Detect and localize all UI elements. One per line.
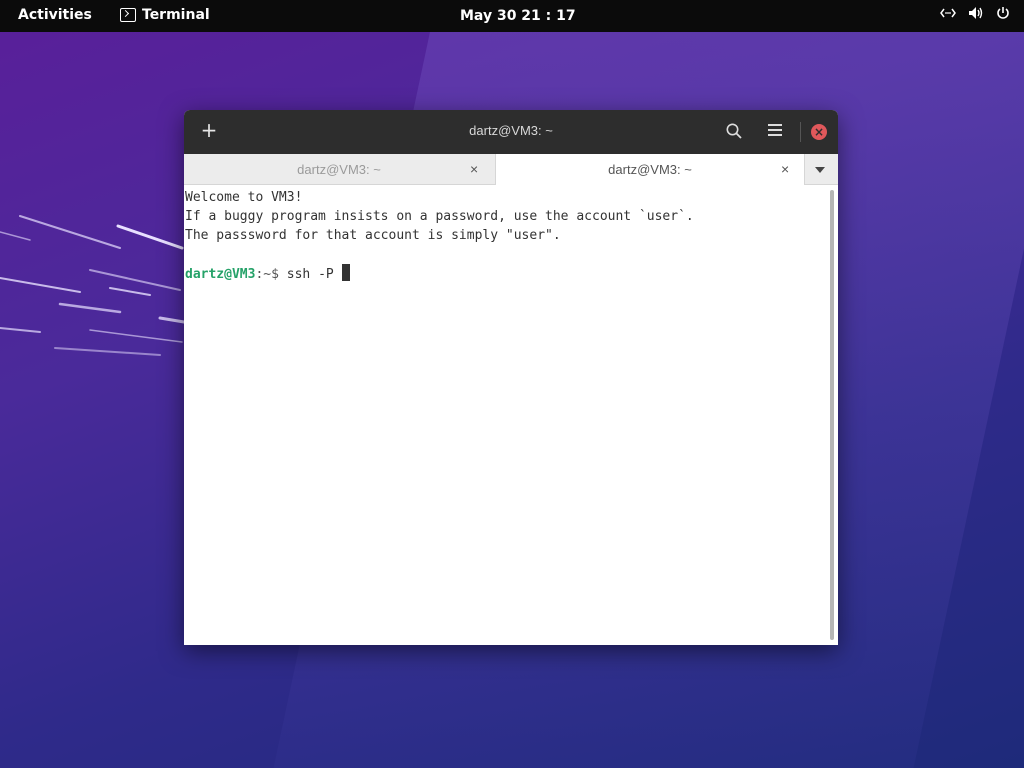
search-icon: [726, 123, 742, 139]
header-bar: + dartz@VM3: ~ ×: [184, 110, 838, 154]
power-icon: [996, 6, 1010, 24]
output-line: The passsword for that account is simply…: [185, 228, 561, 243]
text-cursor: [341, 264, 350, 281]
app-menu[interactable]: Terminal: [120, 7, 210, 23]
tab-label: dartz@VM3: ~: [608, 162, 692, 177]
volume-icon: [968, 6, 984, 24]
menu-button[interactable]: [768, 124, 782, 138]
wallpaper-streaks: [0, 215, 186, 356]
prompt-path: :~$: [255, 267, 279, 282]
search-button[interactable]: [725, 122, 743, 140]
system-tray[interactable]: [940, 6, 1010, 24]
tab-2[interactable]: dartz@VM3: ~ ×: [495, 154, 805, 185]
terminal-icon: [120, 8, 136, 22]
terminal-window: + dartz@VM3: ~ × dartz@VM3: ~ × dartz@VM…: [184, 110, 838, 645]
close-window-button[interactable]: ×: [811, 124, 827, 140]
command-text: ssh -P: [278, 267, 342, 282]
tab-bar: dartz@VM3: ~ × dartz@VM3: ~ ×: [184, 154, 838, 185]
tab-close-icon[interactable]: ×: [470, 161, 478, 177]
tab-1[interactable]: dartz@VM3: ~ ×: [184, 154, 494, 185]
output-line: If a buggy program insists on a password…: [185, 209, 694, 224]
tab-close-icon[interactable]: ×: [781, 161, 789, 177]
hamburger-menu-icon: [768, 124, 782, 136]
close-icon: ×: [813, 125, 825, 139]
app-name: Terminal: [142, 7, 210, 23]
tab-list-dropdown-icon[interactable]: [815, 167, 825, 173]
prompt-user: dartz@VM3: [185, 267, 256, 282]
scrollbar[interactable]: [830, 190, 834, 640]
tab-label: dartz@VM3: ~: [297, 162, 381, 177]
header-separator: [800, 122, 801, 142]
top-bar: Activities Terminal May 30 21 : 17: [0, 0, 1024, 32]
output-line: Welcome to VM3!: [185, 190, 303, 205]
activities-button[interactable]: Activities: [18, 7, 92, 23]
clock[interactable]: May 30 21 : 17: [460, 8, 576, 24]
terminal-output[interactable]: Welcome to VM3! If a buggy program insis…: [184, 186, 838, 645]
prompt-line: dartz@VM3:~$ ssh -P: [185, 264, 837, 283]
network-icon: [940, 7, 956, 23]
